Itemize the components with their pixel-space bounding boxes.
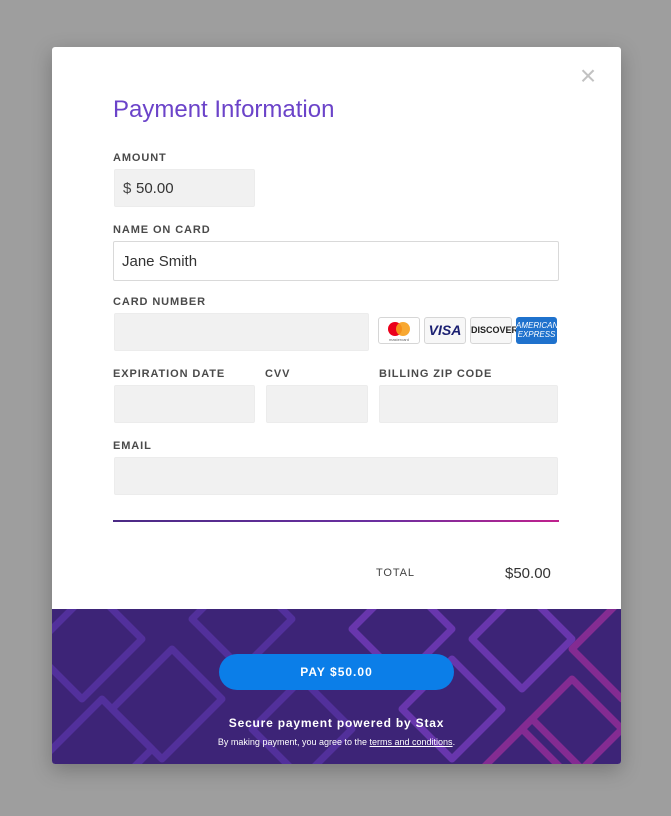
terms-link[interactable]: terms and conditions [370, 737, 453, 747]
terms-prefix: By making payment, you agree to the [217, 737, 370, 747]
expiration-input[interactable] [115, 386, 254, 422]
email-label: EMAIL [113, 440, 152, 452]
payment-modal: × Payment Information AMOUNT $ NAME ON C… [52, 47, 621, 764]
cvv-label: CVV [265, 368, 291, 380]
terms-text: By making payment, you agree to the term… [52, 737, 621, 747]
zip-input[interactable] [380, 386, 557, 422]
visa-icon: VISA [424, 317, 466, 344]
email-input[interactable] [115, 458, 557, 494]
amount-label: AMOUNT [113, 152, 167, 164]
cvv-field[interactable] [266, 385, 368, 423]
close-icon[interactable]: × [578, 62, 598, 90]
name-on-card-input[interactable] [114, 242, 558, 280]
expiration-label: EXPIRATION DATE [113, 368, 226, 380]
name-on-card-field[interactable] [113, 241, 559, 281]
powered-by-text: Secure payment powered by Stax [228, 716, 445, 730]
total-label: TOTAL [376, 567, 415, 579]
divider [113, 520, 559, 522]
expiration-field[interactable] [114, 385, 255, 423]
zip-label: BILLING ZIP CODE [379, 368, 493, 380]
terms-suffix: . [452, 737, 456, 747]
mastercard-icon: mastercard [378, 317, 420, 344]
page-title: Payment Information [113, 96, 335, 123]
card-number-field[interactable] [114, 313, 369, 351]
cvv-input[interactable] [267, 386, 367, 422]
name-on-card-label: NAME ON CARD [113, 224, 211, 236]
email-field[interactable] [114, 457, 558, 495]
payment-footer: PAY $50.00 Secure payment powered by Sta… [52, 609, 621, 764]
pay-button[interactable]: PAY $50.00 [219, 654, 454, 690]
discover-icon: DISCOVER [470, 317, 518, 344]
amex-icon: AMERICAN EXPRESS [516, 317, 558, 344]
zip-field[interactable] [379, 385, 558, 423]
total-value: $50.00 [505, 565, 551, 582]
amount-field[interactable]: $ [114, 169, 255, 207]
amount-input[interactable] [115, 170, 254, 206]
card-number-input[interactable] [115, 314, 368, 350]
card-number-label: CARD NUMBER [113, 296, 207, 308]
